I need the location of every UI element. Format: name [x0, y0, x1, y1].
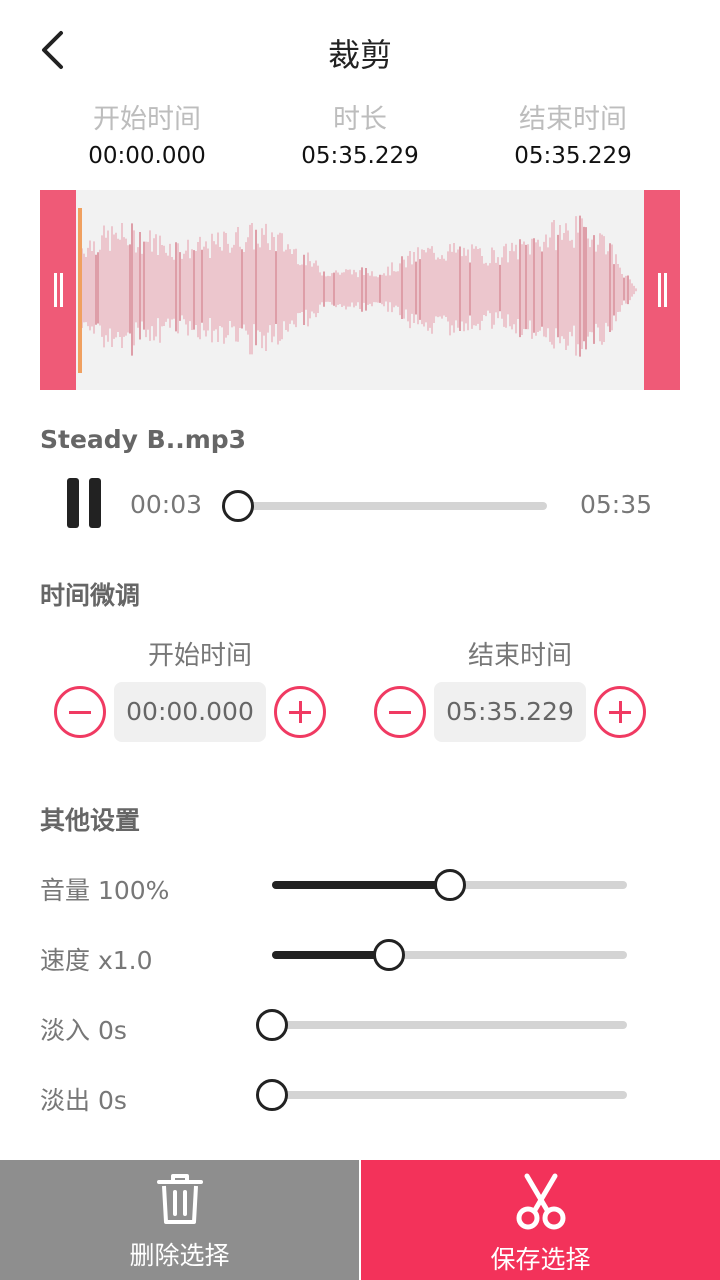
delete-selection-label: 删除选择	[129, 1241, 230, 1270]
file-name: Steady B..mp3	[40, 425, 247, 454]
volume-label: 音量 100%	[40, 876, 170, 905]
bottom-action-bar: 删除选择 保存选择	[0, 1160, 720, 1280]
start-minus-button[interactable]	[54, 686, 106, 738]
scissors-icon-wrap	[361, 1172, 720, 1232]
end-time-value: 05:35.229	[514, 143, 632, 169]
volume-knob[interactable]	[433, 869, 466, 901]
start-time-label: 开始时间	[93, 104, 201, 135]
end-time-label: 结束时间	[519, 104, 627, 135]
page-title: 裁剪	[327, 36, 392, 74]
volume-slider[interactable]	[272, 869, 627, 901]
end-minus-button[interactable]	[374, 686, 426, 738]
fade-in-slider[interactable]	[256, 1009, 627, 1041]
pause-icon	[67, 478, 79, 528]
pause-icon	[89, 478, 101, 528]
total-time: 05:35	[580, 490, 653, 519]
trash-icon	[156, 1174, 203, 1224]
waveform-editor[interactable]	[40, 190, 680, 390]
fine-start-label: 开始时间	[147, 641, 252, 671]
fine-tune-title: 时间微调	[40, 581, 141, 610]
header: 裁剪	[0, 0, 720, 100]
playback-slider[interactable]	[222, 490, 547, 522]
speed-slider[interactable]	[272, 939, 627, 971]
duration-value: 05:35.229	[301, 143, 419, 169]
playback-slider-knob[interactable]	[222, 490, 255, 522]
fine-end-label: 结束时间	[467, 641, 572, 671]
duration-label: 时长	[333, 104, 387, 135]
fade-in-label: 淡入 0s	[40, 1016, 127, 1045]
plus-icon-vertical	[619, 701, 622, 723]
end-time-summary: 结束时间 05:35.229	[463, 102, 683, 174]
start-time-value: 00:00.000	[88, 143, 206, 169]
duration-summary: 时长 05:35.229	[250, 102, 470, 174]
speed-fill	[272, 951, 390, 959]
minus-icon	[69, 711, 91, 714]
minus-icon	[389, 711, 411, 714]
fade-out-label: 淡出 0s	[40, 1086, 127, 1115]
end-plus-button[interactable]	[594, 686, 646, 738]
trim-start-handle[interactable]	[40, 190, 76, 390]
start-plus-button[interactable]	[274, 686, 326, 738]
settings-title: 其他设置	[40, 806, 141, 835]
plus-icon-vertical	[299, 701, 302, 723]
playhead	[78, 208, 82, 373]
save-selection-button[interactable]: 保存选择	[361, 1160, 720, 1280]
speed-knob[interactable]	[373, 939, 406, 971]
trim-end-handle[interactable]	[644, 190, 680, 390]
speed-label: 速度 x1.0	[40, 946, 153, 975]
grip-icon	[53, 273, 63, 307]
trash-icon-wrap	[0, 1172, 359, 1226]
fade-in-knob[interactable]	[256, 1009, 288, 1041]
start-time-field[interactable]: 00:00.000	[114, 682, 266, 742]
pause-button[interactable]	[60, 478, 108, 534]
fade-out-knob[interactable]	[256, 1079, 288, 1111]
scissors-icon	[516, 1173, 565, 1230]
end-time-field[interactable]: 05:35.229	[434, 682, 586, 742]
start-time-summary: 开始时间 00:00.000	[37, 102, 257, 174]
save-selection-label: 保存选择	[490, 1245, 591, 1274]
waveform	[81, 215, 637, 357]
volume-fill	[272, 881, 450, 889]
grip-icon	[657, 273, 667, 307]
fade-out-slider[interactable]	[256, 1079, 627, 1111]
delete-selection-button[interactable]: 删除选择	[0, 1160, 359, 1280]
current-time: 00:03	[130, 490, 203, 519]
